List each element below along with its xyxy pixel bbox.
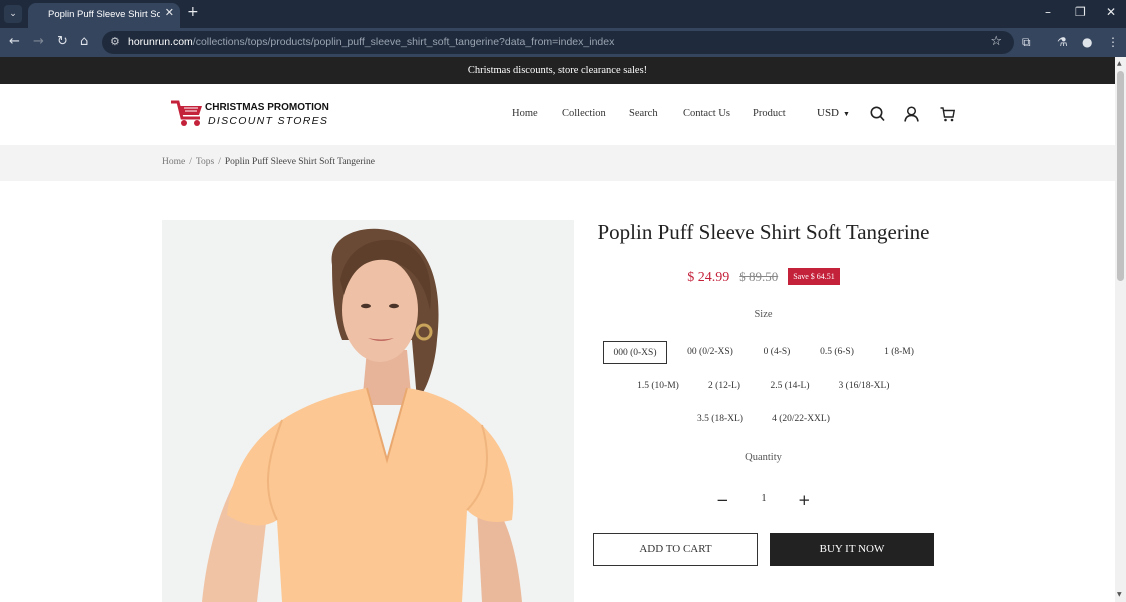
- original-price: $ 89.50: [739, 269, 779, 284]
- size-option[interactable]: 000 (0-XS): [603, 341, 667, 364]
- shopping-cart-logo-icon: [171, 100, 202, 126]
- size-option[interactable]: 0.5 (6-S): [813, 341, 861, 364]
- quantity-label: Quantity: [745, 452, 782, 463]
- page-scrollbar[interactable]: ▲ ▼: [1115, 57, 1126, 602]
- breadcrumb-home[interactable]: Home: [162, 157, 185, 167]
- extensions-icon[interactable]: ⧉: [1022, 35, 1031, 50]
- scroll-down-icon[interactable]: ▼: [1117, 591, 1122, 598]
- store-logo[interactable]: CHRISTMAS PROMOTION DISCOUNT STORES: [170, 98, 329, 130]
- account-icon[interactable]: [904, 106, 919, 122]
- price-block: $ 24.99 $ 89.50 Save $ 64.51: [593, 268, 934, 286]
- labs-icon[interactable]: ⚗: [1057, 35, 1068, 49]
- announcement-text: Christmas discounts, store clearance sal…: [467, 65, 648, 76]
- address-bar[interactable]: ⚙ horunrun.com/collections/tops/products…: [102, 31, 1014, 54]
- product-title: Poplin Puff Sleeve Shirt Soft Tangerine: [597, 220, 930, 244]
- buy-it-now-button[interactable]: BUY IT NOW: [770, 533, 934, 566]
- size-option[interactable]: 00 (0/2-XS): [680, 341, 740, 364]
- nav-search[interactable]: Search: [629, 108, 658, 119]
- browser-tab-strip: ⌄ Poplin Puff Sleeve Shirt Soft Tangerin…: [0, 0, 1126, 28]
- site-header: CHRISTMAS PROMOTION DISCOUNT STORES Home…: [0, 84, 1115, 145]
- reload-icon[interactable]: ↻: [57, 34, 68, 50]
- product-image[interactable]: [162, 220, 574, 602]
- site-info-icon[interactable]: ⚙: [110, 35, 120, 48]
- currency-selector[interactable]: USD ▼: [817, 107, 850, 119]
- browser-tab[interactable]: Poplin Puff Sleeve Shirt Soft Tangerine …: [28, 3, 180, 28]
- menu-icon[interactable]: ⋮: [1107, 35, 1119, 49]
- quantity-value[interactable]: 1: [756, 493, 772, 504]
- nav-contact-us[interactable]: Contact Us: [683, 108, 730, 119]
- current-price: $ 24.99: [687, 270, 730, 285]
- size-option[interactable]: 3 (16/18-XL): [832, 375, 896, 398]
- logo-title: CHRISTMAS PROMOTION: [205, 102, 329, 113]
- currency-label: USD: [817, 107, 840, 119]
- forward-icon[interactable]: →: [33, 34, 44, 50]
- scrollbar-thumb[interactable]: [1117, 71, 1124, 281]
- decrease-quantity-button[interactable]: −: [716, 491, 729, 509]
- caret-down-icon: ▼: [843, 110, 850, 118]
- back-icon[interactable]: ←: [9, 34, 20, 50]
- restore-icon[interactable]: ❐: [1075, 5, 1086, 19]
- size-option[interactable]: 2 (12-L): [701, 375, 747, 398]
- tab-search-icon[interactable]: ⌄: [4, 5, 22, 23]
- breadcrumb-bar: Home / Tops / Poplin Puff Sleeve Shirt Soft …: [0, 145, 1115, 181]
- new-tab-icon[interactable]: +: [187, 4, 199, 20]
- size-option[interactable]: 4 (20/22-XXL): [765, 408, 837, 431]
- tab-title: Poplin Puff Sleeve Shirt Soft Tangerine: [48, 9, 160, 20]
- nav-product[interactable]: Product: [753, 108, 786, 119]
- model-photo-illustration: [162, 220, 574, 602]
- announcement-bar: Christmas discounts, store clearance sal…: [0, 57, 1115, 84]
- cart-icon[interactable]: [940, 106, 955, 122]
- profile-icon[interactable]: ●: [1082, 35, 1092, 49]
- size-option[interactable]: 2.5 (14-L): [763, 375, 817, 398]
- logo-subtitle: DISCOUNT STORES: [208, 115, 329, 127]
- close-window-icon[interactable]: ✕: [1106, 5, 1116, 19]
- size-option[interactable]: 3.5 (18-XL): [690, 408, 750, 431]
- scroll-up-icon[interactable]: ▲: [1117, 60, 1122, 67]
- breadcrumb-separator: /: [189, 157, 192, 167]
- size-option[interactable]: 1.5 (10-M): [630, 375, 686, 398]
- breadcrumb-tops[interactable]: Tops: [196, 157, 214, 167]
- size-option[interactable]: 1 (8-M): [876, 341, 922, 364]
- minimize-icon[interactable]: –: [1045, 5, 1051, 19]
- home-icon[interactable]: ⌂: [80, 34, 88, 50]
- bookmark-star-icon[interactable]: ☆: [990, 34, 1002, 49]
- breadcrumb: Home / Tops / Poplin Puff Sleeve Shirt Soft …: [162, 157, 375, 167]
- breadcrumb-current: Poplin Puff Sleeve Shirt Soft Tangerine: [224, 157, 376, 167]
- add-to-cart-button[interactable]: ADD TO CART: [593, 533, 758, 566]
- increase-quantity-button[interactable]: +: [798, 491, 811, 509]
- save-badge: Save $ 64.51: [788, 268, 840, 285]
- close-tab-icon[interactable]: ✕: [165, 6, 174, 19]
- url-text: horunrun.com/collections/tops/products/p…: [128, 36, 615, 48]
- nav-home[interactable]: Home: [512, 108, 538, 119]
- breadcrumb-separator: /: [218, 157, 221, 167]
- nav-collection[interactable]: Collection: [562, 108, 606, 119]
- size-label: Size: [754, 309, 773, 320]
- size-option[interactable]: 0 (4-S): [755, 341, 799, 364]
- search-icon[interactable]: [870, 106, 885, 122]
- browser-toolbar: ← → ↻ ⌂ ⚙ horunrun.com/collections/tops/…: [0, 28, 1126, 57]
